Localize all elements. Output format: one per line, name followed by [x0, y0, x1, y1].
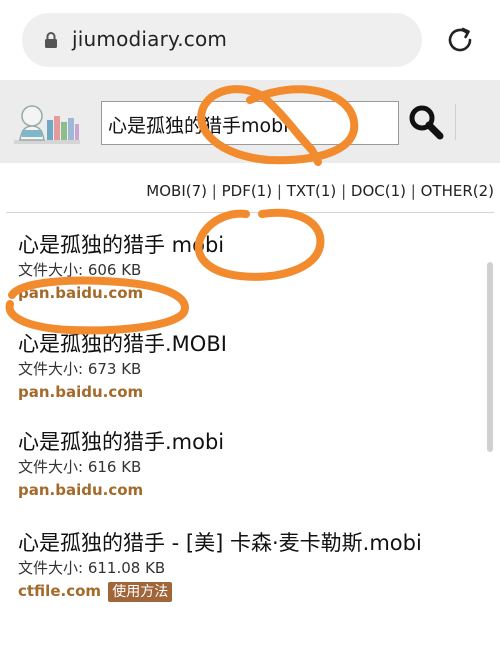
filter-other[interactable]: OTHER(2) — [421, 182, 494, 200]
site-header: 心是孤独的猎手mobi — [0, 80, 500, 163]
result-size: 文件大小: 673 KB — [18, 360, 142, 378]
usage-badge[interactable]: 使用方法 — [108, 582, 173, 602]
address-bar[interactable]: jiumodiary.com — [22, 13, 422, 67]
result-host-link[interactable]: ctfile.com — [18, 582, 101, 600]
search-divider — [455, 104, 456, 140]
result-host-link: ctfile.com 使用方法 — [18, 582, 488, 602]
lock-icon — [45, 32, 57, 48]
result-title[interactable]: 心是孤独的猎手 mobi — [18, 232, 488, 258]
result-size: 文件大小: 611.08 KB — [18, 559, 166, 577]
scrollbar[interactable] — [487, 262, 493, 452]
filter-mobi[interactable]: MOBI(7) — [146, 182, 207, 200]
url-text: jiumodiary.com — [72, 27, 228, 51]
result-item[interactable]: 心是孤独的猎手 - [美] 卡森·麦卡勒斯.mobi 文件大小: 611.08 … — [18, 530, 488, 602]
filter-separator: | — [410, 182, 421, 200]
divider — [6, 212, 494, 213]
filter-pdf[interactable]: PDF(1) — [222, 182, 272, 200]
filter-txt[interactable]: TXT(1) — [287, 182, 337, 200]
filter-separator: | — [341, 182, 351, 200]
format-filter-row: MOBI(7) | PDF(1) | TXT(1) | DOC(1) | OTH… — [146, 182, 494, 200]
result-host-link[interactable]: pan.baidu.com — [18, 383, 488, 401]
filter-separator: | — [211, 182, 222, 200]
reload-icon[interactable] — [444, 24, 476, 56]
search-input-value: 心是孤独的猎手mobi — [108, 115, 289, 137]
filter-doc[interactable]: DOC(1) — [351, 182, 406, 200]
result-item[interactable]: 心是孤独的猎手.MOBI 文件大小: 673 KB pan.baidu.com — [18, 331, 488, 401]
browser-toolbar: jiumodiary.com — [0, 0, 500, 80]
filter-separator: | — [276, 182, 287, 200]
result-host-link[interactable]: pan.baidu.com — [18, 481, 488, 499]
result-item[interactable]: 心是孤独的猎手.mobi 文件大小: 616 KB pan.baidu.com — [18, 429, 488, 499]
search-input[interactable]: 心是孤独的猎手mobi — [101, 101, 399, 145]
result-size: 文件大小: 606 KB — [18, 261, 142, 279]
magnifier-icon[interactable] — [406, 102, 446, 142]
result-title[interactable]: 心是孤独的猎手.MOBI — [18, 331, 488, 357]
result-size: 文件大小: 616 KB — [18, 458, 142, 476]
result-title[interactable]: 心是孤独的猎手.mobi — [18, 429, 488, 455]
site-logo[interactable] — [12, 100, 82, 148]
result-title[interactable]: 心是孤独的猎手 - [美] 卡森·麦卡勒斯.mobi — [18, 530, 488, 556]
result-host-link[interactable]: pan.baidu.com — [18, 284, 488, 302]
result-item[interactable]: 心是孤独的猎手 mobi 文件大小: 606 KB pan.baidu.com — [18, 232, 488, 302]
